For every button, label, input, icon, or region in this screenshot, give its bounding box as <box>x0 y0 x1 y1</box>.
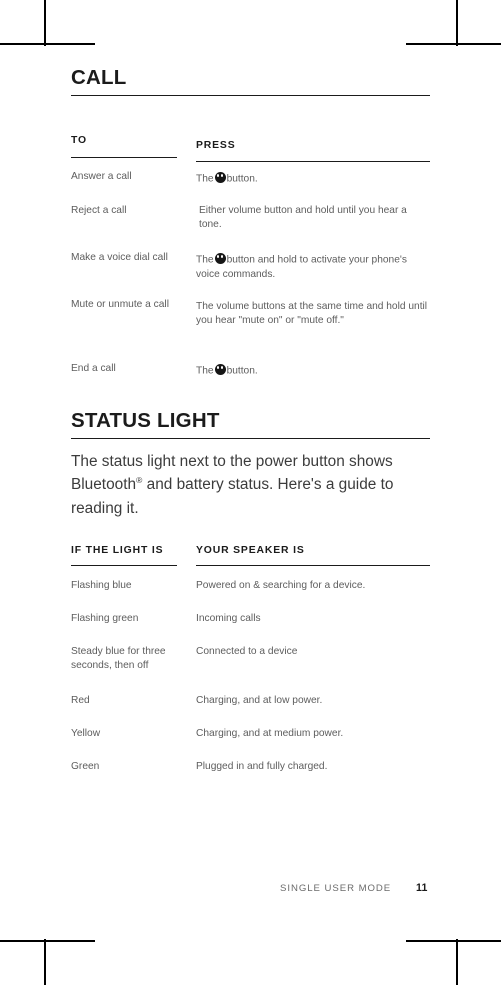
status-table-header-light: IF THE LIGHT IS <box>71 545 164 556</box>
call-row-instruction: Either volume button and hold until you … <box>199 205 407 231</box>
call-row-action: End a call <box>71 363 116 374</box>
call-row-instruction: The button and hold to activate your phon… <box>196 253 430 282</box>
status-light-section-rule <box>71 438 430 439</box>
call-table-rule-left <box>71 157 177 158</box>
footer-mode-label: SINGLE USER MODE <box>280 883 392 894</box>
call-row-instruction: The button. <box>196 364 430 379</box>
crop-mark-top-right-vertical <box>456 0 458 46</box>
status-row-speaker: Powered on & searching for a device. <box>196 580 366 591</box>
call-row-action: Mute or unmute a call <box>71 299 169 310</box>
call-section-title: CALL <box>71 66 127 89</box>
crop-mark-bottom-right-vertical <box>456 939 458 985</box>
status-table-rule-left <box>71 565 177 566</box>
instruction-text-after: button. <box>226 365 258 377</box>
instruction-text-after: button and hold to activate your phone's… <box>196 254 407 280</box>
status-row-light: Yellow <box>71 728 101 739</box>
status-table-header-speaker: YOUR SPEAKER IS <box>196 545 305 556</box>
status-row-speaker: Plugged in and fully charged. <box>196 761 328 772</box>
instruction-text-before: The <box>196 254 214 266</box>
call-table-header-to: TO <box>71 135 87 146</box>
call-row-action: Make a voice dial call <box>71 252 168 263</box>
status-row-light: Red <box>71 695 90 706</box>
multifunction-button-icon <box>214 172 226 183</box>
status-row-light: Flashing blue <box>71 580 132 591</box>
status-row-speaker: Charging, and at medium power. <box>196 728 344 739</box>
page-content: CALL TO PRESS Answer a call The button. R… <box>71 0 430 985</box>
instruction-text-after: button. <box>226 173 258 185</box>
multifunction-button-icon <box>214 253 226 264</box>
call-row-action: Answer a call <box>71 171 132 182</box>
status-row-light: Flashing green <box>71 613 139 624</box>
footer-page-number: 11 <box>416 882 428 894</box>
status-table-rule-right <box>196 565 430 566</box>
call-section-rule <box>71 95 430 96</box>
multifunction-button-icon <box>214 364 226 375</box>
call-row-instruction: The volume buttons at the same time and … <box>196 301 428 327</box>
status-row-light: Green <box>71 761 100 772</box>
crop-mark-top-left-vertical <box>44 0 46 46</box>
status-light-intro-paragraph: The status light next to the power butto… <box>71 450 411 520</box>
status-row-speaker: Connected to a device <box>196 646 298 657</box>
call-table-rule-right <box>196 161 430 162</box>
status-light-section-title: STATUS LIGHT <box>71 409 220 432</box>
crop-mark-bottom-left-vertical <box>44 939 46 985</box>
status-row-speaker: Incoming calls <box>196 613 261 624</box>
call-row-action: Reject a call <box>71 205 127 216</box>
instruction-text-before: The <box>196 365 214 377</box>
call-row-instruction: The button. <box>196 172 430 187</box>
instruction-text-before: The <box>196 173 214 185</box>
call-table-header-press: PRESS <box>196 140 236 151</box>
status-row-speaker: Charging, and at low power. <box>196 695 323 706</box>
status-row-light: Steady blue for three seconds, then off <box>71 646 166 672</box>
manual-page: CALL TO PRESS Answer a call The button. R… <box>0 0 501 985</box>
